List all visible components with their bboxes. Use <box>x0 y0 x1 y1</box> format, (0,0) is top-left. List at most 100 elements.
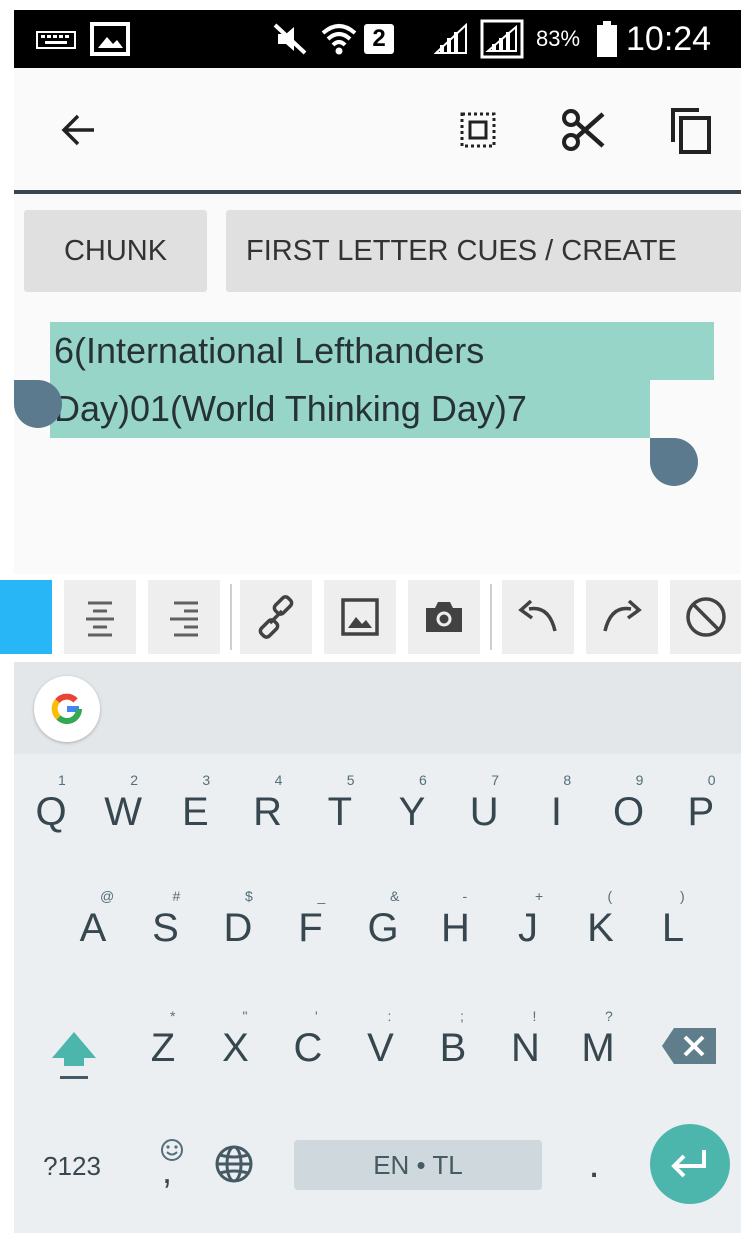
wifi-icon <box>320 10 358 68</box>
comma-label: , <box>162 1150 173 1191</box>
period-key[interactable]: . <box>574 1140 614 1188</box>
sim-slot-badge: 2 <box>364 10 394 68</box>
key-e[interactable]: 3E <box>162 772 228 852</box>
space-key[interactable]: EN • TL <box>294 1140 542 1190</box>
image-icon <box>341 598 379 636</box>
key-hint: & <box>390 888 400 904</box>
key-label: W <box>104 790 143 834</box>
key-u[interactable]: 7U <box>451 772 517 852</box>
text-editor[interactable]: 6(International Lefthanders Day)01(World… <box>14 304 741 574</box>
chunk-chip[interactable]: CHUNK <box>24 210 207 292</box>
copy-button[interactable] <box>661 100 721 160</box>
battery-icon <box>596 10 618 68</box>
shift-key[interactable] <box>44 1022 104 1092</box>
key-s[interactable]: # S <box>133 888 199 968</box>
redo-button[interactable] <box>586 580 658 654</box>
align-center-button[interactable] <box>64 580 136 654</box>
key-t[interactable]: 5T <box>307 772 373 852</box>
language-key[interactable] <box>214 1144 258 1188</box>
back-arrow-icon <box>61 114 94 146</box>
key-b[interactable]: ; B <box>420 1008 486 1088</box>
google-button[interactable] <box>34 676 100 742</box>
align-left-button[interactable] <box>0 580 52 654</box>
key-hint: 0 <box>707 772 716 788</box>
key-label: X <box>222 1026 249 1070</box>
key-z[interactable]: * Z <box>130 1008 196 1088</box>
key-m[interactable]: ? M <box>565 1008 631 1088</box>
key-label: S <box>152 906 179 950</box>
back-button[interactable] <box>48 100 108 160</box>
key-g[interactable]: & G <box>350 888 416 968</box>
selected-text-line-2[interactable]: Day)01(World Thinking Day)7 <box>50 380 650 438</box>
clear-format-button[interactable] <box>670 580 741 654</box>
enter-key[interactable] <box>650 1124 730 1204</box>
link-icon <box>258 595 294 639</box>
key-w[interactable]: 2W <box>90 772 156 852</box>
mute-icon <box>272 10 308 68</box>
selection-end-handle[interactable] <box>650 438 698 486</box>
key-v[interactable]: :V <box>348 1008 414 1088</box>
backspace-icon <box>662 1028 716 1064</box>
selection-start-handle[interactable] <box>14 380 62 428</box>
link-button[interactable] <box>240 580 312 654</box>
key-label: A <box>79 906 107 950</box>
insert-image-button[interactable] <box>324 580 396 654</box>
selected-text-line-1[interactable]: 6(International Lefthanders <box>50 322 714 380</box>
key-hint: 7 <box>491 772 499 788</box>
status-bar: 2 83% 10:24 <box>14 10 741 68</box>
space-label: EN • TL <box>373 1149 463 1180</box>
clear-format-icon <box>686 597 726 637</box>
battery-percent: 83% <box>536 26 581 51</box>
backspace-key[interactable] <box>660 1026 720 1076</box>
key-hint: 8 <box>563 772 572 788</box>
cut-button[interactable] <box>553 100 613 160</box>
key-y[interactable]: 6Y <box>379 772 445 852</box>
camera-button[interactable] <box>408 580 480 654</box>
key-hint: " <box>242 1008 248 1024</box>
select-all-button[interactable] <box>448 100 508 160</box>
key-x[interactable]: " X <box>203 1008 269 1088</box>
key-h[interactable]: -H <box>423 888 489 968</box>
key-q[interactable]: 1Q <box>18 772 84 852</box>
key-label: G <box>367 906 399 950</box>
select-all-icon <box>460 112 496 148</box>
symbols-key[interactable]: ?123 <box>32 1142 112 1190</box>
key-d[interactable]: $ D <box>205 888 271 968</box>
key-hint: 5 <box>346 772 355 788</box>
key-l[interactable]: ) L <box>640 888 706 968</box>
key-hint: 3 <box>202 772 211 788</box>
key-label: Y <box>398 790 426 834</box>
key-label: V <box>367 1026 394 1070</box>
key-n[interactable]: ! N <box>493 1008 559 1088</box>
key-hint: # <box>172 888 181 904</box>
shift-icon <box>52 1032 96 1079</box>
key-a[interactable]: @ A <box>60 888 126 968</box>
key-r[interactable]: 4R <box>235 772 301 852</box>
globe-icon <box>215 1145 253 1183</box>
key-label: P <box>687 790 715 834</box>
key-c[interactable]: ' C <box>275 1008 341 1088</box>
emoji-comma-key[interactable]: , <box>152 1136 192 1192</box>
key-o[interactable]: 9O <box>596 772 662 852</box>
format-toolbar <box>0 574 741 662</box>
key-label: C <box>293 1026 323 1070</box>
key-label: U <box>469 790 499 834</box>
key-hint: 1 <box>58 772 66 788</box>
align-right-button[interactable] <box>148 580 220 654</box>
key-hint: - <box>462 888 468 904</box>
key-j[interactable]: + J <box>495 888 561 968</box>
align-left-icon <box>0 599 34 635</box>
keyboard: 1Q2W3E4R5T6Y7U8I9O0P @ A # S $ D _ F & G - H + J(K) L … <box>14 662 741 1233</box>
align-right-icon <box>170 601 198 637</box>
first-letter-cues-chip[interactable]: FIRST LETTER CUES / CREATE <box>226 210 741 292</box>
undo-button[interactable] <box>502 580 574 654</box>
key-f[interactable]: _ F <box>278 888 344 968</box>
key-k[interactable]: (K <box>568 888 634 968</box>
key-p[interactable]: 0P <box>668 772 734 852</box>
key-hint: ( <box>607 888 613 904</box>
key-label: D <box>223 906 253 950</box>
key-label: K <box>587 906 614 950</box>
enter-icon <box>671 1150 706 1178</box>
key-i[interactable]: 8I <box>523 772 589 852</box>
toolbar-separator <box>230 584 232 650</box>
